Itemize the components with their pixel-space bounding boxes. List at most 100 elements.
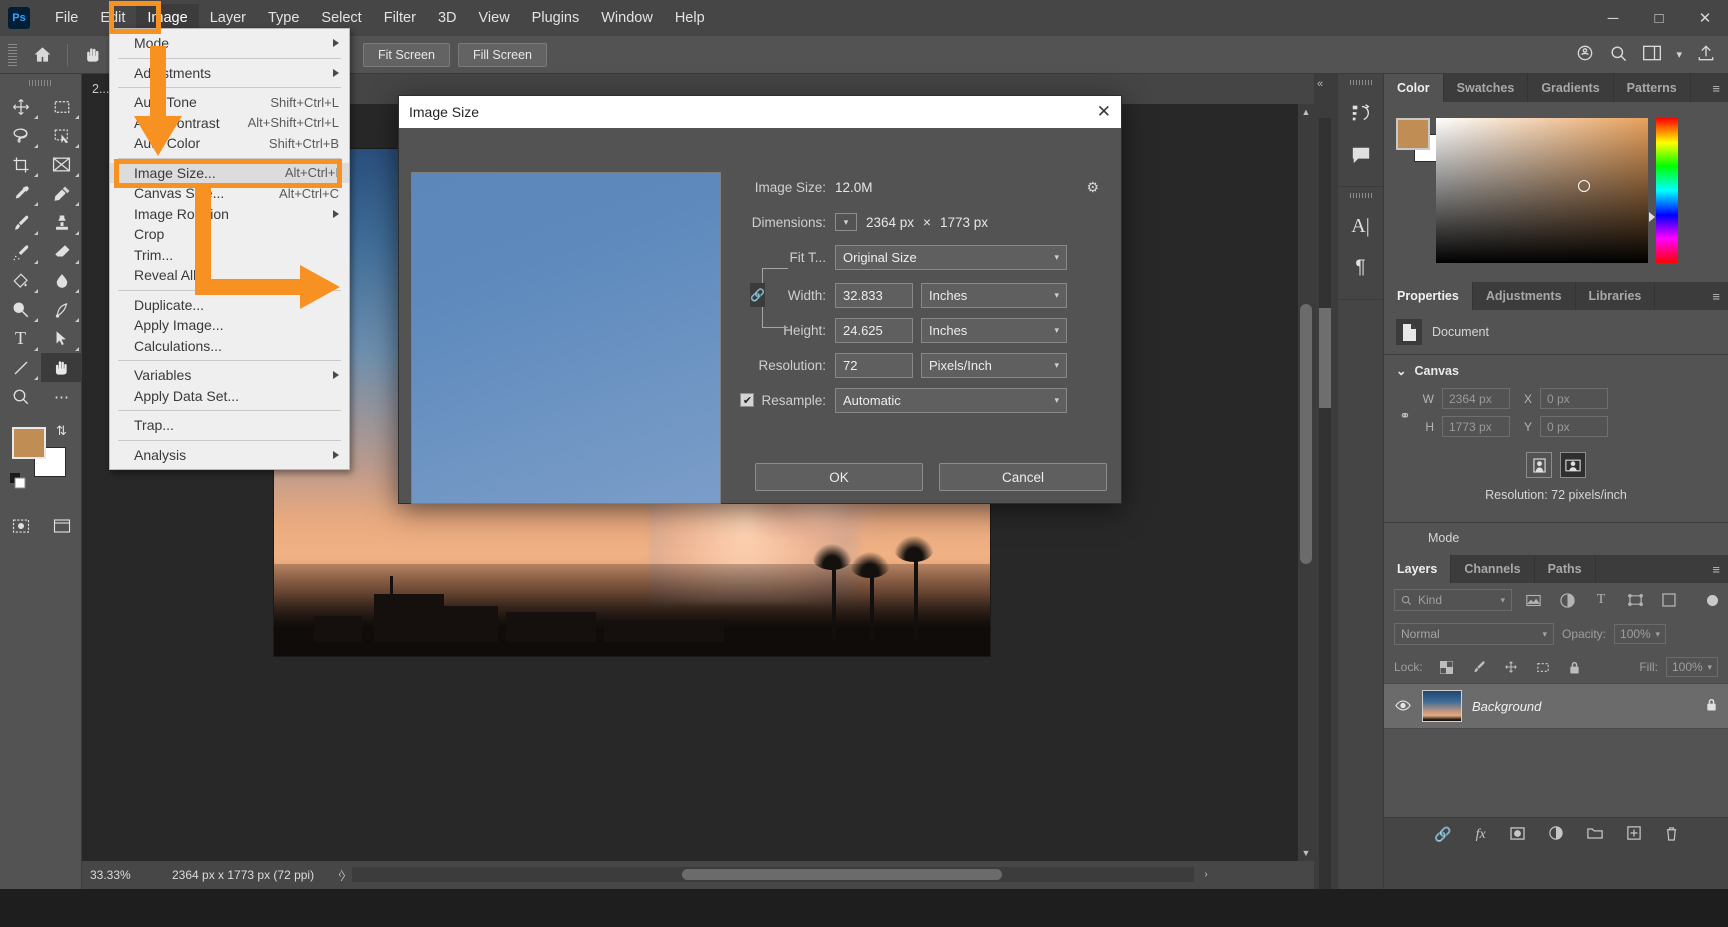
color-picker-field[interactable] [1436, 118, 1648, 263]
landscape-icon[interactable] [1560, 452, 1586, 478]
smart-filter-icon[interactable] [1656, 589, 1682, 611]
tab-swatches[interactable]: Swatches [1443, 74, 1529, 102]
options-bar-grip[interactable] [8, 43, 17, 66]
healing-brush-tool[interactable] [41, 179, 82, 208]
eyedropper-tool[interactable] [0, 179, 41, 208]
lock-artboard-icon[interactable] [1531, 657, 1555, 677]
paragraph-icon[interactable]: ¶ [1338, 247, 1383, 289]
canvas-section-header[interactable]: ⌄ Canvas [1396, 363, 1716, 379]
search-icon[interactable] [1609, 44, 1628, 66]
menu-plugins[interactable]: Plugins [521, 4, 591, 32]
image-size-dialog[interactable]: Image Size ✕ Image Size: 12.0M ⚙ Dimensi… [398, 95, 1122, 504]
layer-thumbnail[interactable] [1422, 690, 1462, 722]
hue-slider-handle[interactable] [1649, 212, 1655, 222]
canvas-height-input[interactable]: 1773 px [1442, 416, 1510, 437]
filter-toggle-icon[interactable] [1707, 594, 1718, 606]
tools-panel-grip[interactable] [28, 80, 53, 86]
scroll-right-icon[interactable]: › [1198, 867, 1214, 882]
color-panel-menu-icon[interactable]: ≡ [1690, 74, 1728, 102]
adjustment-layer-icon[interactable] [1549, 826, 1563, 843]
new-layer-icon[interactable] [1627, 826, 1641, 843]
type-tool[interactable]: T [0, 324, 41, 353]
color-foreground-swatch[interactable] [1396, 118, 1430, 150]
delete-layer-icon[interactable] [1665, 826, 1678, 844]
rail-grip[interactable] [1349, 193, 1372, 198]
fill-screen-button[interactable]: Fill Screen [457, 42, 548, 67]
export-icon[interactable] [1696, 43, 1716, 66]
link-dimensions-icon[interactable]: 🔗 [750, 283, 765, 307]
type-filter-icon[interactable]: T [1588, 589, 1614, 611]
menu-item-trim[interactable]: Trim... [110, 245, 349, 266]
menu-3d[interactable]: 3D [427, 4, 468, 32]
portrait-icon[interactable] [1526, 452, 1552, 478]
crop-tool[interactable] [0, 150, 41, 179]
history-icon[interactable] [1338, 92, 1383, 134]
menu-filter[interactable]: Filter [373, 4, 427, 32]
image-menu-dropdown[interactable]: Mode Adjustments Auto Tone Shift+Ctrl+L … [109, 28, 350, 470]
vertical-scroll-thumb[interactable] [1300, 304, 1312, 564]
menu-item-mode[interactable]: Mode [110, 33, 349, 54]
tab-paths[interactable]: Paths [1534, 555, 1596, 583]
color-picker-marker[interactable] [1578, 180, 1590, 192]
layer-row[interactable]: Background [1384, 683, 1728, 729]
hue-slider[interactable] [1656, 118, 1678, 263]
history-brush-tool[interactable] [0, 237, 41, 266]
zoom-tool[interactable] [0, 382, 41, 411]
foreground-color-swatch[interactable] [12, 427, 46, 459]
scroll-left-icon[interactable]: ‹ [332, 867, 348, 882]
scroll-down-icon[interactable]: ▼ [1298, 845, 1314, 861]
dodge-tool[interactable] [0, 295, 41, 324]
tab-adjustments[interactable]: Adjustments [1472, 282, 1576, 310]
minimize-button[interactable]: ─ [1590, 0, 1636, 36]
menu-view[interactable]: View [468, 4, 521, 32]
canvas-horizontal-scrollbar[interactable] [352, 867, 1194, 882]
tab-channels[interactable]: Channels [1451, 555, 1535, 583]
lock-position-icon[interactable] [1499, 657, 1523, 677]
tab-color[interactable]: Color [1384, 74, 1444, 102]
lasso-tool[interactable] [0, 121, 41, 150]
menu-item-duplicate[interactable]: Duplicate... [110, 295, 349, 316]
ok-button[interactable]: OK [755, 463, 923, 491]
link-wh-icon[interactable]: ⚭ [1396, 408, 1414, 424]
tab-patterns[interactable]: Patterns [1613, 74, 1691, 102]
menu-help[interactable]: Help [664, 4, 716, 32]
zoom-level-field[interactable]: 33.33% [82, 868, 150, 882]
menu-item-canvas-size[interactable]: Canvas Size... Alt+Ctrl+C [110, 183, 349, 204]
resample-checkbox[interactable]: ✔ [740, 393, 755, 407]
close-icon[interactable]: ✕ [1097, 102, 1111, 122]
frame-tool[interactable] [41, 150, 82, 179]
share-icon[interactable] [1575, 43, 1595, 66]
new-group-icon[interactable] [1587, 827, 1603, 843]
canvas-vertical-scrollbar[interactable]: ▲ ▼ [1298, 104, 1314, 861]
adjustment-filter-icon[interactable] [1554, 589, 1580, 611]
menu-item-trap[interactable]: Trap... [110, 415, 349, 436]
character-icon[interactable]: A| [1338, 205, 1383, 247]
more-tools-icon[interactable]: ⋯ [41, 382, 82, 411]
collapse-panels-icon[interactable]: « [1317, 78, 1323, 90]
height-unit-select[interactable]: Inches ▾ [921, 317, 1067, 343]
link-layers-icon[interactable]: 🔗 [1434, 826, 1451, 843]
height-input[interactable]: 24.625 [835, 317, 913, 343]
screen-mode-icon[interactable] [41, 511, 82, 540]
tab-gradients[interactable]: Gradients [1528, 74, 1614, 102]
eraser-tool[interactable] [41, 237, 82, 266]
tab-libraries[interactable]: Libraries [1575, 282, 1656, 310]
layer-name[interactable]: Background [1472, 699, 1541, 714]
hand-tool-icon[interactable] [74, 40, 112, 70]
close-button[interactable]: ✕ [1682, 0, 1728, 36]
rail-grip[interactable] [1349, 80, 1372, 85]
menu-window[interactable]: Window [590, 4, 664, 32]
gear-icon[interactable]: ⚙ [1086, 179, 1107, 196]
panel-collapse-bar[interactable]: « [1314, 74, 1338, 889]
width-input[interactable]: 32.833 [835, 282, 913, 308]
lock-all-icon[interactable] [1563, 657, 1587, 677]
menu-item-auto-color[interactable]: Auto Color Shift+Ctrl+B [110, 133, 349, 154]
hand-tool[interactable] [41, 353, 82, 382]
menu-item-apply-image[interactable]: Apply Image... [110, 315, 349, 336]
clone-stamp-tool[interactable] [41, 208, 82, 237]
move-tool[interactable] [0, 92, 41, 121]
quick-mask-icon[interactable] [0, 511, 41, 540]
line-tool[interactable] [0, 353, 41, 382]
menu-item-apply-data-set[interactable]: Apply Data Set... [110, 386, 349, 407]
menu-item-calculations[interactable]: Calculations... [110, 336, 349, 357]
